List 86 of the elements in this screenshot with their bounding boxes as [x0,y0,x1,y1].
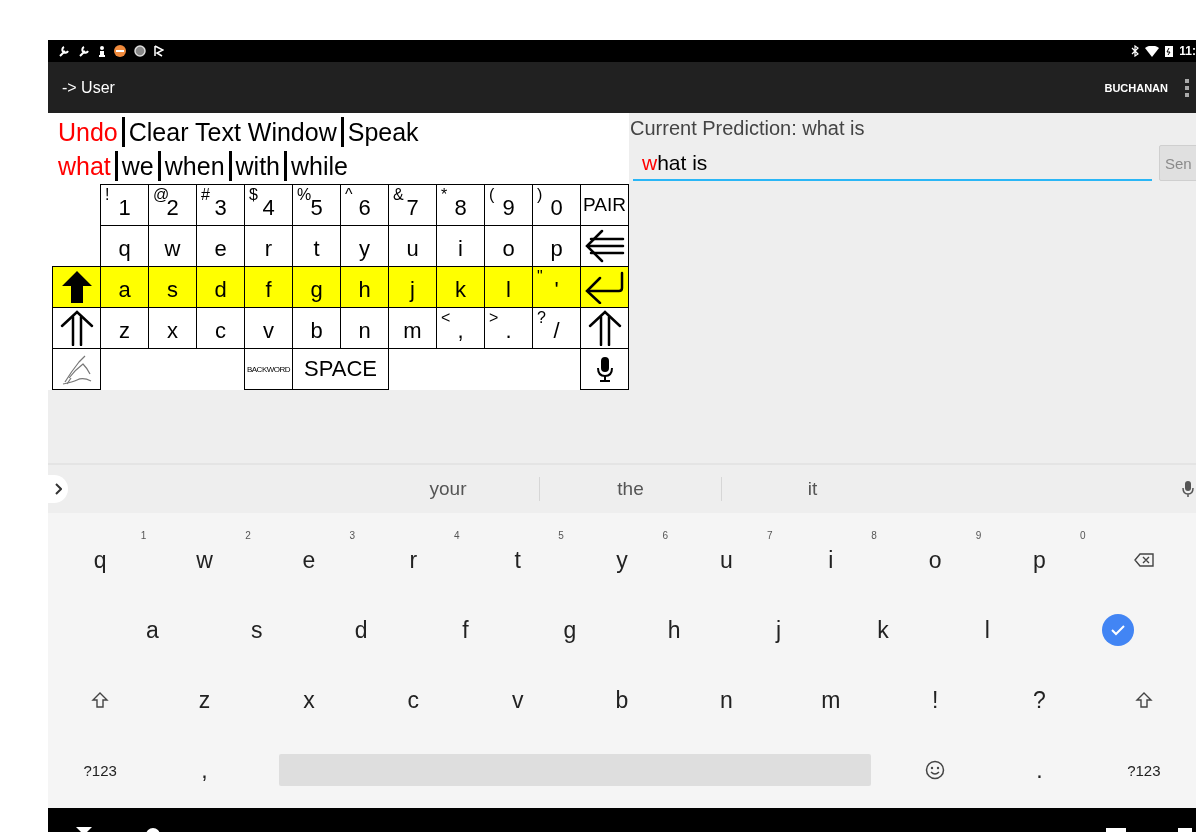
symbols-key[interactable]: ?123 [48,742,153,798]
wrench-icon [78,45,90,57]
key-hint: 5 [558,530,564,541]
keyboard-key[interactable]: z [152,672,257,728]
keyboard-key[interactable]: b [569,672,675,728]
command-button[interactable]: Undo [58,117,122,147]
keyboard-key[interactable]: d [308,602,414,658]
word-prediction[interactable]: while [284,151,352,181]
prediction-label: Current Prediction: what is [630,117,866,141]
text-input-field[interactable]: what is [633,147,1152,181]
key-hint: 8 [871,530,877,541]
word-prediction[interactable]: when [157,151,229,181]
keyboard-key[interactable]: l [935,602,1040,658]
no-entry-icon [114,45,126,57]
word-prediction[interactable]: what [58,151,115,181]
suggestion-chip[interactable]: your [357,477,539,501]
key-hint: 0 [1080,530,1086,541]
suggestion-chip[interactable]: the [539,477,721,501]
keyboard-key[interactable]: g [517,602,622,658]
suggestion-chip[interactable]: it [721,477,903,501]
circle-icon [134,45,146,57]
triple-line-left-arrow-icon [584,229,625,263]
keyboard-key[interactable]: u 7 [674,532,779,588]
keyboard-key[interactable]: t 5 [465,532,570,588]
keyboard-key[interactable]: o 9 [882,532,988,588]
keyboard-key[interactable]: j [726,602,831,658]
clock-time: 11: [1179,44,1196,58]
keyboard-key[interactable]: q 1 [48,532,153,588]
keyboard-key[interactable]: ! 1 [100,184,149,226]
microphone-icon [595,355,614,383]
checkmark-icon [1109,624,1126,636]
key-hint: 3 [349,530,356,541]
flag-icon [154,45,164,57]
command-button[interactable]: Clear Text Window [121,117,341,147]
keyboard-key[interactable]: a [100,602,205,658]
keyboard-key[interactable]: r 4 [361,532,466,588]
pair-key[interactable]: PAIR [580,184,629,226]
keyboard-key[interactable]: k [830,602,936,658]
back-triangle-icon [76,827,92,832]
bluetooth-icon [1131,45,1140,57]
keyboard-key[interactable]: m [778,672,883,728]
double-shaft-up-arrow-icon [58,310,95,346]
expand-toggle[interactable] [48,475,68,503]
symbols-key[interactable]: ?123 [1091,742,1196,798]
key-hint: 6 [662,530,669,541]
keyboard-key[interactable]: ? [987,672,1092,728]
keyboard-key[interactable]: s [204,602,309,658]
overflow-menu-icon [1184,77,1190,98]
battery-icon [1165,45,1174,57]
keyboard-key[interactable]: . [987,742,1092,798]
keyboard-key[interactable]: , [152,742,257,798]
word-prediction[interactable]: we [114,151,158,181]
keyboard-key[interactable]: e 3 [256,532,362,588]
microphone-icon [1182,480,1194,498]
key-hint: 9 [975,530,982,541]
word-prediction[interactable]: with [228,151,284,181]
keyboard-key[interactable]: c [361,672,466,728]
shift-arrow-icon [1134,691,1153,709]
double-shaft-up-arrow-icon [586,310,623,346]
keyboard-key[interactable]: v [465,672,570,728]
keyboard-key[interactable]: n [674,672,779,728]
keyboard-key[interactable]: x [256,672,362,728]
key-hint: 1 [140,530,147,541]
key-hint: 4 [453,530,460,541]
keyboard-key[interactable]: h [622,602,727,658]
chevron-right-icon [54,483,62,495]
key-hint: 2 [245,530,251,541]
keyboard-key[interactable]: i 8 [778,532,883,588]
keyboard-key[interactable]: f [413,602,518,658]
screen-title: -> User [62,78,115,97]
smiley-face-icon [925,760,946,780]
keyboard-key[interactable]: ! [882,672,988,728]
backspace-icon [1133,553,1154,567]
keyboard-key[interactable]: p 0 [987,532,1092,588]
pawn-icon [98,45,106,57]
wifi-icon [1145,45,1160,57]
space-key[interactable]: SPACE [292,348,389,390]
command-button[interactable]: Speak [340,117,423,147]
wrench-icon [58,45,70,57]
keyboard-key[interactable]: y 6 [569,532,675,588]
key-hint: 7 [766,530,773,541]
keyboard-key[interactable]: w 2 [152,532,257,588]
enter-key[interactable] [1101,614,1134,646]
account-button[interactable]: BUCHANAN [1098,77,1174,98]
backword-key[interactable]: BACKWORD [244,348,293,390]
shift-arrow-icon [91,691,110,709]
